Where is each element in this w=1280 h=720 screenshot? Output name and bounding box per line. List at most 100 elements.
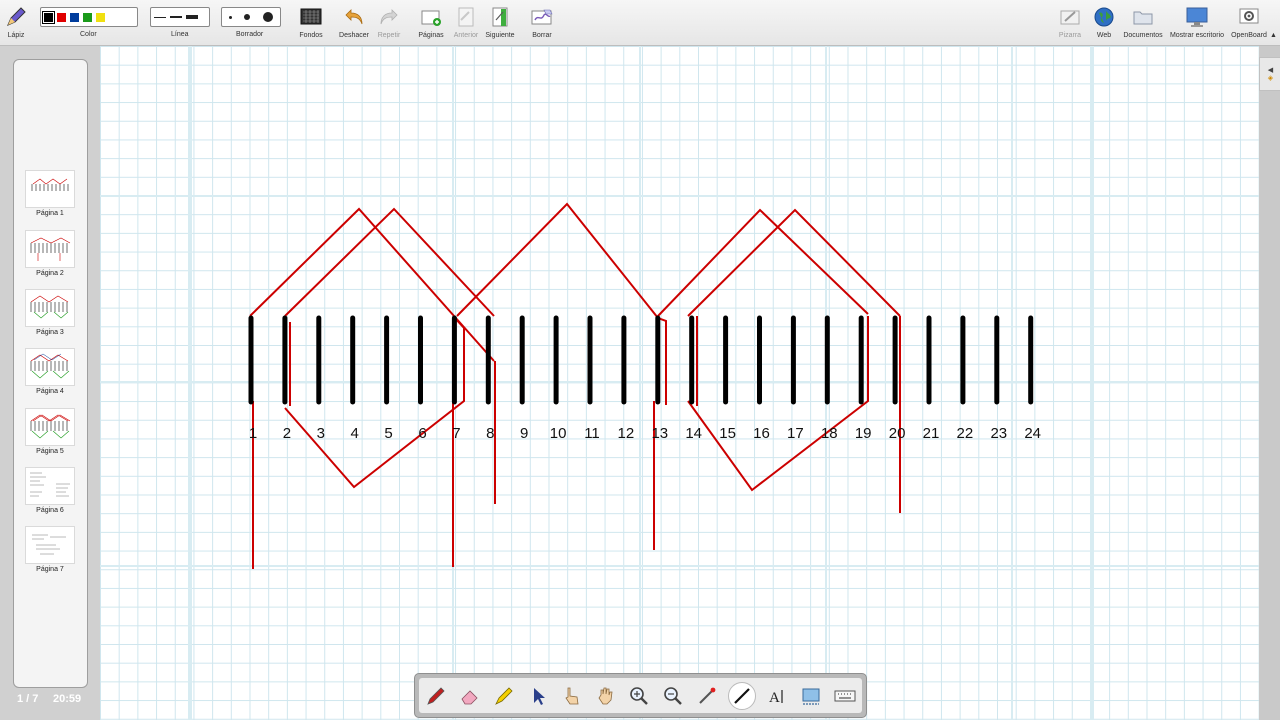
show-desktop-button[interactable]: Mostrar escritorio bbox=[1168, 0, 1226, 45]
page-thumbnail[interactable]: Página 2 bbox=[25, 230, 75, 277]
eraser-large-option[interactable] bbox=[262, 12, 273, 22]
page-thumbnail[interactable]: Página 7 bbox=[25, 526, 75, 573]
documents-label: Documentos bbox=[1123, 32, 1163, 39]
page-thumbnail[interactable]: Página 4 bbox=[25, 348, 75, 395]
monitor-icon bbox=[1185, 5, 1209, 29]
zoom-out-tool[interactable] bbox=[660, 683, 686, 709]
pen-tool[interactable] bbox=[423, 683, 449, 709]
slot-number: 17 bbox=[787, 425, 804, 442]
svg-text:A: A bbox=[769, 690, 780, 706]
pen-icon bbox=[427, 686, 445, 705]
color-swatch-red[interactable] bbox=[57, 12, 66, 22]
line-label: Línea bbox=[171, 31, 189, 38]
undo-label: Deshacer bbox=[339, 32, 369, 39]
gear-icon bbox=[1237, 5, 1261, 29]
slot-number: 22 bbox=[957, 425, 974, 442]
eraser-medium-option[interactable] bbox=[244, 14, 251, 20]
eraser-size-palette bbox=[221, 7, 281, 27]
undo-button[interactable]: Deshacer bbox=[337, 0, 371, 45]
desktop-label: Mostrar escritorio bbox=[1169, 32, 1225, 39]
redo-icon bbox=[377, 5, 401, 29]
previous-page-icon bbox=[454, 5, 478, 29]
color-swatch-blue[interactable] bbox=[70, 12, 79, 22]
web-button[interactable]: Web bbox=[1090, 0, 1118, 45]
page-thumbnail-label: Página 1 bbox=[36, 210, 64, 217]
slot-numbers: 1 2 3 4 5 6 7 8 9 10 11 12 13 14 15 16 17 18 19 20 21 22 23 24 bbox=[249, 425, 1041, 442]
color-swatch-green[interactable] bbox=[83, 12, 92, 22]
page-thumbnail-image bbox=[25, 289, 75, 327]
pencil-label: Lápiz bbox=[7, 32, 25, 39]
keyboard-tool[interactable] bbox=[832, 683, 858, 709]
drawing-layer: 1 2 3 4 5 6 7 8 9 10 11 12 13 14 15 16 17 18 19 20 21 22 23 24 bbox=[100, 46, 1259, 720]
undo-icon bbox=[342, 5, 366, 29]
winding-line bbox=[687, 208, 901, 317]
redo-label: Repetir bbox=[377, 32, 401, 39]
pencil-button[interactable]: Lápiz bbox=[2, 0, 30, 45]
capture-tool[interactable] bbox=[798, 683, 824, 709]
slot-number: 24 bbox=[1024, 425, 1041, 442]
interact-tool[interactable] bbox=[559, 683, 585, 709]
previous-page-button[interactable]: Anterior bbox=[451, 0, 481, 45]
zoom-in-tool[interactable] bbox=[626, 683, 652, 709]
backgrounds-label: Fondos bbox=[299, 32, 323, 39]
winding-line bbox=[284, 207, 495, 317]
page-thumbnail-image bbox=[25, 526, 75, 564]
select-tool[interactable] bbox=[525, 683, 551, 709]
slot-number: 1 bbox=[249, 425, 257, 442]
slot-number: 12 bbox=[618, 425, 635, 442]
slot-number: 3 bbox=[317, 425, 325, 442]
line-thick-option[interactable] bbox=[186, 15, 198, 19]
slot-number: 9 bbox=[520, 425, 528, 442]
slot-number: 15 bbox=[719, 425, 736, 442]
marker-tool[interactable] bbox=[491, 683, 517, 709]
eraser-small-option[interactable] bbox=[229, 15, 233, 19]
line-icon bbox=[734, 687, 751, 704]
pages-button[interactable]: Páginas bbox=[416, 0, 446, 45]
page-thumbnail-image bbox=[25, 170, 75, 208]
whiteboard-canvas[interactable]: 1 2 3 4 5 6 7 8 9 10 11 12 13 14 15 16 17 18 19 20 21 22 23 24 bbox=[100, 46, 1259, 720]
slot-number: 13 bbox=[651, 425, 668, 442]
page-thumbnail[interactable]: Página 3 bbox=[25, 289, 75, 336]
right-panel-toggle[interactable]: ◀ ◈ bbox=[1259, 57, 1280, 91]
line-thin-option[interactable] bbox=[154, 16, 166, 18]
board-icon bbox=[1058, 5, 1082, 29]
board-mode-button[interactable]: Pizarra bbox=[1055, 0, 1085, 45]
winding-line bbox=[687, 316, 869, 492]
line-tool[interactable] bbox=[728, 681, 757, 710]
documents-button[interactable]: Documentos bbox=[1122, 0, 1164, 45]
page-thumbnail[interactable]: Página 6 bbox=[25, 467, 75, 514]
openboard-menu-arrow-icon[interactable]: ▲ bbox=[1270, 32, 1277, 39]
folder-icon bbox=[1131, 5, 1155, 29]
slot-number: 10 bbox=[550, 425, 567, 442]
text-tool[interactable]: A bbox=[764, 683, 790, 709]
openboard-menu-button[interactable]: OpenBoard bbox=[1230, 0, 1268, 45]
capture-icon bbox=[802, 688, 820, 705]
clear-page-button[interactable]: Borrar bbox=[527, 0, 557, 45]
winding-drawing bbox=[249, 202, 901, 569]
arrow-icon bbox=[533, 687, 545, 705]
stylus-palette: A bbox=[414, 673, 867, 718]
web-label: Web bbox=[1096, 32, 1112, 39]
color-swatch-black[interactable] bbox=[42, 10, 55, 24]
next-page-button[interactable]: Siguiente bbox=[484, 0, 516, 45]
redo-button[interactable]: Repetir bbox=[374, 0, 404, 45]
slot-number: 21 bbox=[923, 425, 940, 442]
hand-tool[interactable] bbox=[593, 683, 619, 709]
backgrounds-button[interactable]: Fondos bbox=[296, 0, 326, 45]
top-toolbar: Lápiz Color Línea Borrador Fondos Deshac… bbox=[0, 0, 1280, 46]
slot-number: 16 bbox=[753, 425, 770, 442]
page-sidebar: Página 1 Página 2 Página 3 Página 4 Pági… bbox=[0, 46, 100, 720]
slot-number: 20 bbox=[889, 425, 906, 442]
clock: 20:59 bbox=[53, 693, 82, 705]
page-thumbnail[interactable]: Página 1 bbox=[25, 170, 75, 217]
laser-tool[interactable] bbox=[694, 683, 720, 709]
line-medium-option[interactable] bbox=[170, 16, 182, 18]
page-thumbnail-label: Página 4 bbox=[36, 388, 64, 395]
text-icon: A bbox=[769, 689, 783, 706]
page-thumbnail[interactable]: Página 5 bbox=[25, 408, 75, 455]
hand-icon bbox=[598, 687, 613, 704]
color-swatch-yellow[interactable] bbox=[96, 12, 105, 22]
library-small-icon: ◈ bbox=[1267, 75, 1274, 82]
eraser-tool[interactable] bbox=[457, 683, 483, 709]
page-counter: 1 / 7 bbox=[17, 693, 39, 705]
